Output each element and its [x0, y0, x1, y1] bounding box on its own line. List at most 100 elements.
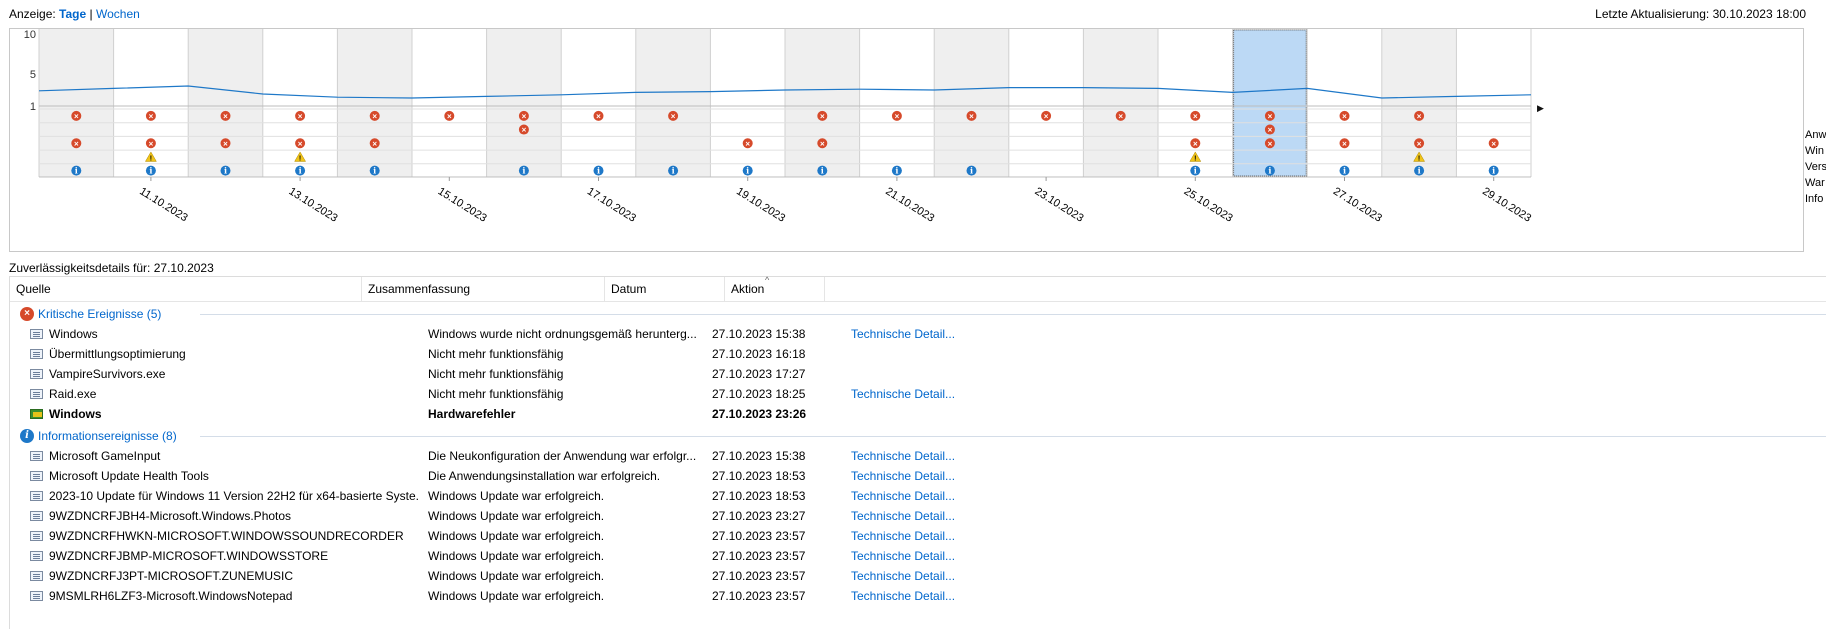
application-icon — [30, 591, 43, 601]
date-cell: 27.10.2023 18:25 — [712, 387, 806, 401]
error-glyph: × — [372, 139, 377, 148]
date-cell: 27.10.2023 15:38 — [712, 327, 806, 341]
info-glyph: i — [821, 166, 824, 176]
column-header-summary[interactable]: Zusammenfassung — [362, 277, 605, 301]
action-link[interactable]: Technische Detail... — [851, 526, 1051, 546]
group-critical-events[interactable]: × Kritische Ereignisse (5) — [10, 304, 1826, 324]
group-information-events[interactable]: i Informationsereignisse (8) — [10, 426, 1826, 446]
table-row[interactable]: 9WZDNCRFJBMP-MICROSOFT.WINDOWSSTORE Windo… — [10, 546, 1826, 566]
error-glyph: × — [1342, 112, 1347, 121]
error-glyph: × — [895, 112, 900, 121]
date-cell: 27.10.2023 16:18 — [712, 347, 806, 361]
table-row[interactable]: 2023-10 Update für Windows 11 Version 22… — [10, 486, 1826, 506]
error-glyph: × — [1342, 139, 1347, 148]
table-row[interactable]: Übermittlungsoptimierung Nicht mehr funkt… — [10, 344, 1826, 364]
error-glyph: × — [298, 112, 303, 121]
details-title: Zuverlässigkeitsdetails für: 27.10.2023 — [9, 261, 214, 275]
application-icon — [30, 329, 43, 339]
info-glyph: i — [299, 166, 302, 176]
action-link[interactable]: Technische Detail... — [851, 486, 1051, 506]
date-cell: 27.10.2023 23:27 — [712, 509, 806, 523]
triangle-right-icon[interactable]: ▶ — [1537, 103, 1544, 114]
source-cell: Microsoft GameInput — [49, 449, 161, 463]
application-icon — [30, 511, 43, 521]
summary-cell: Nicht mehr funktionsfähig — [428, 347, 564, 361]
day-column-shade — [1083, 29, 1158, 177]
source-cell: 9WZDNCRFJBH4-Microsoft.Windows.Photos — [49, 509, 292, 523]
date-cell: 27.10.2023 18:53 — [712, 469, 806, 483]
table-row[interactable]: Microsoft GameInput Die Neukonfiguration … — [10, 446, 1826, 466]
column-header-source[interactable]: Quelle — [10, 277, 362, 301]
day-column-shade — [635, 29, 711, 177]
action-link[interactable]: Technische Detail... — [851, 446, 1051, 466]
x-tick-label: 15.10.2023 — [436, 185, 489, 224]
view-label: Anzeige: — [9, 7, 56, 21]
table-row[interactable]: 9WZDNCRFJBH4-Microsoft.Windows.Photos Win… — [10, 506, 1826, 526]
action-link[interactable]: Technische Detail... — [851, 506, 1051, 526]
action-link[interactable]: Technische Detail... — [851, 546, 1051, 566]
application-icon — [30, 369, 43, 379]
info-icon: i — [20, 429, 34, 443]
column-header-action[interactable]: Aktion — [725, 277, 825, 301]
day-column-shade — [39, 29, 114, 177]
source-cell: Windows — [49, 407, 102, 421]
table-row[interactable]: Windows Hardwarefehler 27.10.2023 23:26 — [10, 404, 1826, 424]
info-glyph: i — [75, 166, 78, 176]
view-days-link[interactable]: Tage — [59, 7, 86, 21]
table-row[interactable]: VampireSurvivors.exe Nicht mehr funktions… — [10, 364, 1826, 384]
legend-label: Win — [1805, 145, 1824, 157]
action-link[interactable]: Technische Detail... — [851, 324, 1051, 344]
source-cell: 2023-10 Update für Windows 11 Version 22… — [49, 489, 419, 503]
error-glyph: × — [820, 139, 825, 148]
error-glyph: × — [74, 139, 79, 148]
warning-glyph: ! — [1418, 155, 1420, 162]
info-glyph: i — [597, 166, 600, 176]
error-glyph: × — [1491, 139, 1496, 148]
action-link[interactable]: Technische Detail... — [851, 586, 1051, 606]
info-glyph: i — [672, 166, 675, 176]
error-glyph: × — [149, 139, 154, 148]
summary-cell: Nicht mehr funktionsfähig — [428, 387, 564, 401]
error-glyph: × — [447, 112, 452, 121]
error-glyph: × — [1417, 112, 1422, 121]
view-weeks-link[interactable]: Wochen — [96, 7, 140, 21]
application-icon — [30, 471, 43, 481]
last-update-text: Letzte Aktualisierung: 30.10.2023 18:00 — [1595, 7, 1806, 21]
error-glyph: × — [1268, 112, 1273, 121]
error-glyph: × — [223, 112, 228, 121]
warning-glyph: ! — [299, 155, 301, 162]
column-header-date[interactable]: Datum — [605, 277, 725, 301]
reliability-chart-svg[interactable]: 10 5 1 × × i × ×! i × × i × ×! i × × i × × × i × i × i × i × × i × i × i × ×… — [10, 29, 1803, 251]
table-row[interactable]: 9WZDNCRFHWKN-MICROSOFT.WINDOWSSOUNDRECOR… — [10, 526, 1826, 546]
action-link[interactable]: Technische Detail... — [851, 566, 1051, 586]
error-glyph: × — [372, 112, 377, 121]
group-divider — [200, 314, 1826, 315]
application-icon — [30, 349, 43, 359]
table-row[interactable]: Windows Windows wurde nicht ordnungsgemäß… — [10, 324, 1826, 344]
y-tick-label: 5 — [30, 69, 36, 81]
application-icon — [30, 491, 43, 501]
table-row[interactable]: 9WZDNCRFJ3PT-MICROSOFT.ZUNEMUSIC Windows … — [10, 566, 1826, 586]
day-column-shade — [337, 29, 412, 177]
table-row[interactable]: 9MSMLRH6LZF3-Microsoft.WindowsNotepad Win… — [10, 586, 1826, 606]
error-glyph: × — [745, 139, 750, 148]
error-glyph: × — [1193, 139, 1198, 148]
legend-label: Info — [1805, 193, 1824, 205]
table-body: × Kritische Ereignisse (5) Windows Windows … — [10, 304, 1826, 606]
action-link[interactable]: Technische Detail... — [851, 466, 1051, 486]
day-column-shade — [486, 29, 562, 177]
summary-cell: Hardwarefehler — [428, 407, 516, 421]
error-glyph: × — [74, 112, 79, 121]
application-icon — [30, 571, 43, 581]
summary-cell: Windows Update war erfolgreich. — [428, 569, 605, 583]
action-link[interactable]: Technische Detail... — [851, 384, 1051, 404]
day-column-shade — [785, 29, 860, 177]
error-glyph: × — [671, 112, 676, 121]
x-tick-label: 19.10.2023 — [734, 185, 787, 224]
application-icon — [30, 531, 43, 541]
table-row[interactable]: Microsoft Update Health Tools Die Anwendu… — [10, 466, 1826, 486]
table-row[interactable]: Raid.exe Nicht mehr funktionsfähig 27.10.2… — [10, 384, 1826, 404]
y-tick-label: 10 — [24, 29, 36, 41]
x-tick-label: 27.10.2023 — [1331, 185, 1384, 224]
info-glyph: i — [746, 166, 749, 176]
